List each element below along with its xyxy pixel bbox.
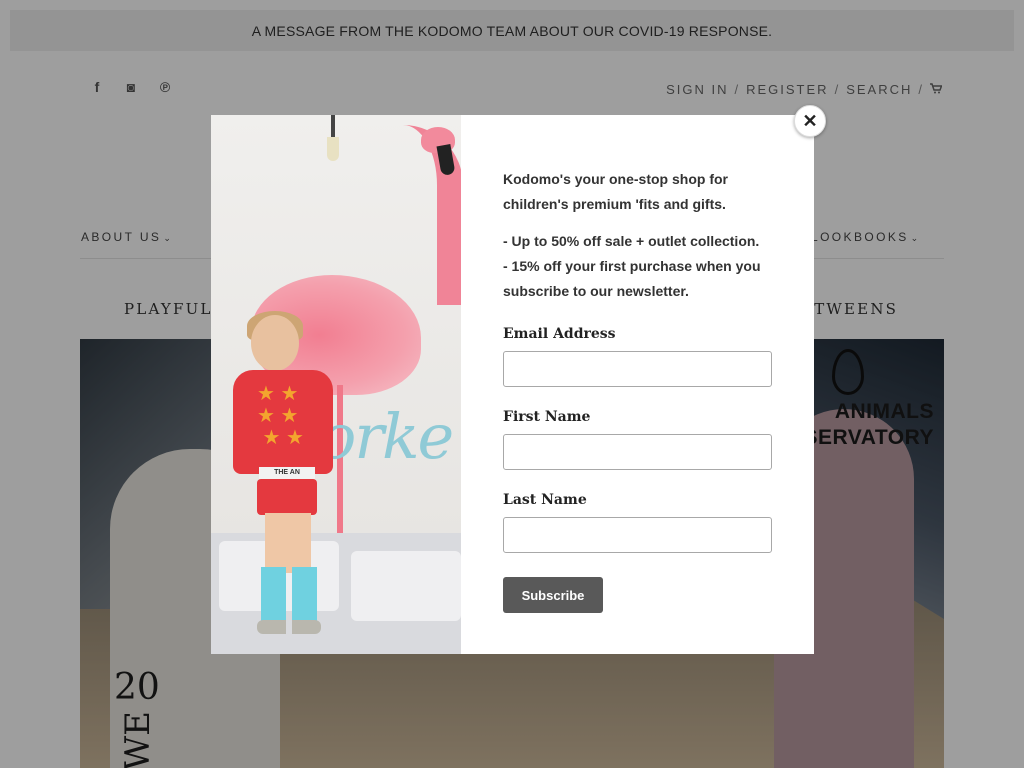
offer-sale: - Up to 50% off sale + outlet collection… [503,233,760,249]
modal-intro-text: Kodomo's your one-stop shop for children… [503,171,728,212]
modal-photo: orke ★ ★ ★ ★ ★ ★ THE AN [211,115,461,654]
photo-child-shorts [257,479,317,515]
offer-newsletter: - 15% off your first purchase when you s… [503,258,761,299]
modal-offers: - Up to 50% off sale + outlet collection… [503,229,793,304]
close-icon: ✕ [802,110,818,131]
last-name-label: Last Name [503,492,587,508]
last-name-field[interactable] [503,517,772,553]
photo-shirt-band: THE AN [259,467,315,479]
photo-sofa [211,533,461,654]
photo-mural-text: orke [319,400,454,473]
modal-content: Kodomo's your one-stop shop for children… [503,167,793,613]
photo-shirt-stars: ★ ★ ★ ★ ★ ★ [257,383,304,449]
first-name-field[interactable] [503,434,772,470]
photo-child-legs [265,513,311,573]
first-name-field-group: First Name [503,409,793,470]
subscribe-button[interactable]: Subscribe [503,577,603,613]
photo-child-shoes [257,620,321,634]
email-field[interactable] [503,351,772,387]
first-name-label: First Name [503,409,591,425]
last-name-field-group: Last Name [503,492,793,553]
photo-sofa-cushion [351,551,461,621]
email-field-group: Email Address [503,326,793,387]
photo-child-socks [261,567,317,625]
email-label: Email Address [503,326,616,342]
close-button[interactable]: ✕ [794,105,826,137]
newsletter-modal: orke ★ ★ ★ ★ ★ ★ THE AN Kodomo's your one… [211,105,826,654]
photo-bulb [327,137,339,161]
photo-child-head [251,315,299,371]
